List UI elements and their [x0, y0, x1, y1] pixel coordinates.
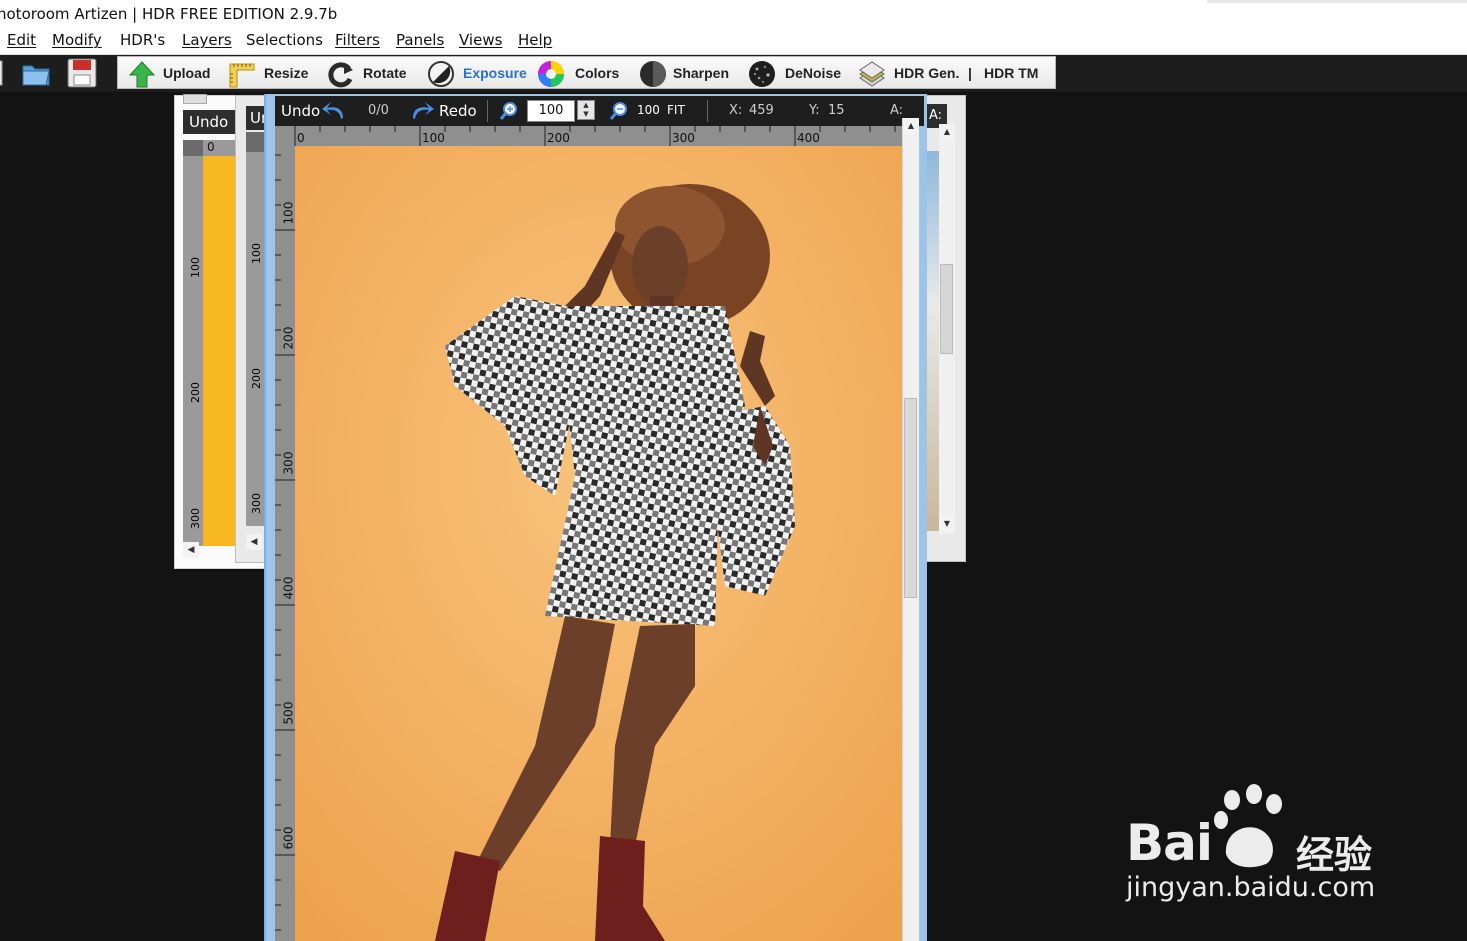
panel-c-scroll-down-arrow[interactable]: ▼ — [939, 516, 955, 532]
menu-filters[interactable]: Filters — [335, 31, 380, 49]
scroll-left-arrow[interactable]: ◀ — [183, 542, 199, 558]
panel-b-ruler-corner — [246, 132, 264, 152]
zoom-in-icon[interactable] — [499, 101, 519, 121]
vruler-label-300: 300 — [281, 451, 296, 475]
y-coord-label: Y: — [809, 103, 820, 118]
zoom-spinner[interactable]: ▲ ▼ — [577, 100, 595, 120]
vruler-label-100: 100 — [281, 201, 296, 225]
hdr-tm-button[interactable]: HDR TM — [984, 57, 1048, 90]
vertical-ruler-ticks — [275, 154, 295, 931]
panel-b-scroll-left-arrow[interactable]: ◀ — [246, 534, 262, 550]
upload-arrow-icon — [128, 61, 156, 88]
toolbar-separator: | — [968, 65, 972, 81]
save-disk-icon[interactable] — [66, 57, 98, 89]
y-coord-value: 15 — [828, 103, 845, 118]
window-title: hotoroom Artizen | HDR FREE EDITION 2.9.… — [0, 5, 338, 23]
image-canvas[interactable] — [295, 146, 902, 941]
menu-layers[interactable]: Layers — [182, 31, 232, 49]
watermark-brand-cn: 经验 — [1296, 833, 1373, 877]
menu-help[interactable]: Help — [518, 31, 552, 49]
exposure-icon — [428, 61, 454, 87]
hdr-gen-button[interactable]: HDR Gen. — [858, 57, 968, 90]
color-wheel-icon — [538, 61, 564, 87]
panel-c-preview — [927, 151, 939, 531]
hruler-label-100: 100 — [422, 131, 445, 145]
canvas-vertical-scrollbar[interactable]: ▲ — [902, 118, 919, 941]
resize-button[interactable]: Resize — [228, 57, 316, 90]
panel-a-preview — [203, 156, 237, 546]
menu-selections[interactable]: Selections — [246, 31, 323, 49]
main-toolbar: Upload Resize Rotate Exposure Colors Sha… — [117, 56, 1056, 89]
editor-toolbar: Undo 0/0 Redo 100 ▲ ▼ 100 FIT X: 459 Y: 1… — [275, 96, 924, 126]
exposure-button[interactable]: Exposure — [427, 57, 531, 90]
zoom-out-icon[interactable] — [609, 101, 629, 121]
x-coord-label: X: — [729, 103, 743, 118]
undo-arrow-icon[interactable] — [321, 100, 347, 122]
upload-button[interactable]: Upload — [128, 57, 218, 90]
rotate-icon — [328, 62, 353, 88]
vruler-label-400: 400 — [281, 576, 296, 600]
panel-c-scroll-thumb[interactable] — [940, 264, 953, 354]
redo-button[interactable]: Redo — [439, 102, 477, 120]
menu-panels[interactable]: Panels — [396, 31, 444, 49]
panel-b-vruler: 100 200 300 — [246, 152, 264, 526]
undo-counter: 0/0 — [368, 103, 389, 118]
panel-c-scrollbar[interactable] — [939, 124, 955, 534]
title-bar: hotoroom Artizen | HDR FREE EDITION 2.9.… — [0, 0, 1467, 30]
hruler-label-200: 200 — [547, 131, 570, 145]
rotate-button[interactable]: Rotate — [327, 57, 417, 90]
panel-a-ruler-corner — [183, 140, 203, 156]
watermark-url: jingyan.baidu.com — [1126, 872, 1376, 903]
menu-hdrs[interactable]: HDR's — [120, 31, 165, 49]
denoise-button[interactable]: DeNoise — [748, 57, 848, 90]
sharpen-icon — [640, 61, 666, 87]
vertical-ruler: 100 200 300 400 500 600 — [275, 146, 295, 941]
menu-views[interactable]: Views — [459, 31, 502, 49]
hdr-stack-icon — [859, 61, 885, 87]
zoom-fit-button[interactable]: FIT — [667, 103, 685, 117]
open-folder-icon[interactable] — [20, 57, 52, 89]
alpha-label: A: — [890, 103, 904, 118]
title-bar-edge — [1207, 0, 1467, 3]
vruler-label-600: 600 — [281, 826, 296, 850]
zoom-input[interactable]: 100 — [527, 100, 575, 122]
menu-edit[interactable]: Edit — [7, 31, 36, 49]
sharpen-button[interactable]: Sharpen — [639, 57, 739, 90]
colors-button[interactable]: Colors — [537, 57, 629, 90]
vruler-label-500: 500 — [281, 701, 296, 725]
hruler-label-400: 400 — [797, 131, 820, 145]
ruler-icon — [229, 63, 255, 88]
panel-grip[interactable] — [183, 94, 207, 104]
zoom-100-button[interactable]: 100 — [637, 103, 660, 117]
undo-button[interactable]: Undo — [281, 102, 320, 120]
canvas-scroll-thumb[interactable] — [904, 398, 917, 598]
panel-c-scroll-up-arrow[interactable]: ▲ — [939, 124, 955, 140]
watermark-brand: Bai — [1126, 814, 1213, 872]
menu-bar: Edit Modify HDR's Layers Selections Filt… — [0, 30, 1467, 55]
photo-woman-checkered-dress — [295, 146, 902, 941]
panel-a-ruler-zero: 0 — [203, 140, 237, 156]
panel-a-vruler: 100 200 300 — [183, 156, 203, 546]
editor-toolbar-divider-2 — [707, 100, 708, 122]
new-file-icon[interactable] — [0, 57, 4, 89]
hruler-label-300: 300 — [672, 131, 695, 145]
baidu-jingyan-watermark: Bai 经验 jingyan.baidu.com — [1126, 782, 1396, 912]
image-editor-window: Undo 0/0 Redo 100 ▲ ▼ 100 FIT X: 459 Y: 1… — [264, 94, 927, 941]
x-coord-value: 459 — [749, 103, 774, 118]
menu-modify[interactable]: Modify — [52, 31, 102, 49]
vruler-label-200: 200 — [281, 326, 296, 350]
right-side-panel: A: ▲ ▼ — [924, 95, 966, 562]
canvas-scroll-up-arrow[interactable]: ▲ — [903, 118, 919, 134]
editor-toolbar-divider — [487, 100, 488, 122]
hruler-label-0: 0 — [297, 131, 305, 145]
denoise-icon — [749, 61, 775, 87]
redo-arrow-icon[interactable] — [409, 100, 435, 122]
horizontal-ruler: 0 100 200 300 400 — [275, 126, 902, 146]
